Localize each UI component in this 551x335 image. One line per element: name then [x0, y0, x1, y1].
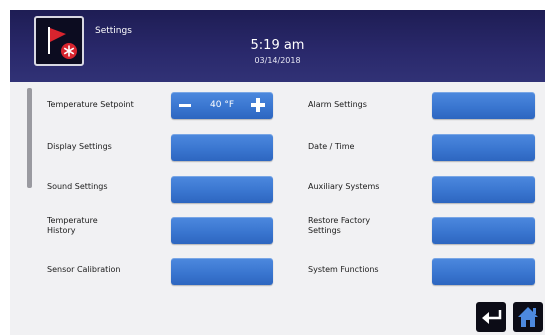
- sound-settings-label: Sound Settings: [47, 182, 108, 191]
- temperature-history-label: Temperature History: [47, 216, 98, 235]
- settings-panel: Temperature Setpoint 40 °F Display Setti…: [10, 82, 545, 335]
- clock-time: 5:19 am: [250, 38, 305, 53]
- minus-icon: [179, 104, 191, 107]
- temperature-setpoint-value: 40 °F: [210, 100, 234, 110]
- display-settings-button[interactable]: [171, 134, 273, 161]
- scrollbar-thumb[interactable]: [27, 88, 32, 188]
- system-functions-button[interactable]: [432, 258, 535, 285]
- header-bar: Settings 5:19 am 03/14/2018: [10, 10, 545, 82]
- display-settings-label: Display Settings: [47, 142, 112, 151]
- restore-factory-settings-label: Restore Factory Settings: [308, 216, 371, 235]
- settings-screen: Settings 5:19 am 03/14/2018 Temperature …: [0, 0, 551, 335]
- back-button[interactable]: [476, 302, 506, 332]
- temperature-setpoint-label: Temperature Setpoint: [47, 100, 134, 109]
- alarm-settings-label: Alarm Settings: [308, 100, 367, 109]
- alarm-settings-button[interactable]: [432, 92, 535, 119]
- sensor-calibration-button[interactable]: [171, 258, 273, 285]
- auxiliary-systems-button[interactable]: [432, 176, 535, 203]
- sensor-calibration-label: Sensor Calibration: [47, 265, 121, 274]
- temperature-history-button[interactable]: [171, 217, 273, 244]
- restore-factory-settings-button[interactable]: [432, 217, 535, 244]
- home-icon: [518, 307, 538, 327]
- system-functions-label: System Functions: [308, 265, 379, 274]
- screen-title: Settings: [95, 26, 132, 36]
- auxiliary-systems-label: Auxiliary Systems: [308, 182, 380, 191]
- sound-settings-button[interactable]: [171, 176, 273, 203]
- back-arrow-icon: [482, 310, 502, 324]
- temperature-setpoint-stepper[interactable]: 40 °F: [171, 92, 273, 119]
- scrollbar[interactable]: [27, 88, 33, 188]
- date-time-label: Date / Time: [308, 142, 355, 151]
- clock-date: 03/14/2018: [254, 56, 301, 65]
- increase-temperature-button[interactable]: [247, 92, 273, 119]
- home-button[interactable]: [513, 302, 543, 332]
- date-time-button[interactable]: [432, 134, 535, 161]
